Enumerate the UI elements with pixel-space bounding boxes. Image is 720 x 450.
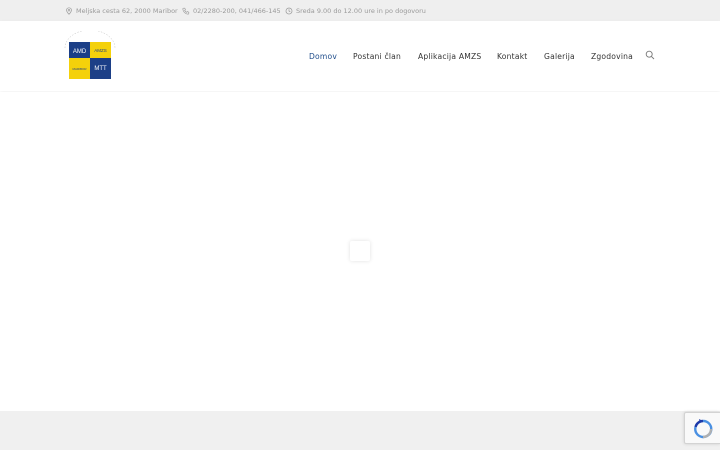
phone-info: 02/2280-200, 041/466-145 [182,0,281,21]
address-info: Meljska cesta 62, 2000 Maribor [65,0,178,21]
top-info-bar: Meljska cesta 62, 2000 Maribor 02/2280-2… [0,0,720,21]
location-icon [66,6,72,15]
recaptcha-icon [694,419,713,439]
nav-item-kontakt[interactable]: Kontakt [497,52,527,61]
nav-item-galerija[interactable]: Galerija [544,52,575,61]
address-text: Meljska cesta 62, 2000 Maribor [76,6,178,15]
site-header: AMD AMZS MARIBOR MTT Domov Postani član … [0,21,720,91]
search-icon[interactable] [645,50,655,60]
nav-item-postani-clan[interactable]: Postani član [353,52,401,61]
hours-info: Sreda 9.00 do 12.00 ure in po dogovoru [285,0,426,21]
hours-text: Sreda 9.00 do 12.00 ure in po dogovoru [296,6,426,15]
phone-text: 02/2280-200, 041/466-145 [193,6,281,15]
nav-item-domov[interactable]: Domov [309,52,337,61]
recaptcha-badge[interactable] [684,412,720,444]
site-logo[interactable]: AMD AMZS MARIBOR MTT [63,29,117,81]
nav-item-zgodovina[interactable]: Zgodovina [591,52,633,61]
logo-text-maribor: MARIBOR [72,67,87,71]
phone-icon [182,7,190,15]
nav-item-aplikacija-amzs[interactable]: Aplikacija AMZS [418,52,481,61]
logo-text-amzs: AMZS [94,48,107,53]
logo-text-amd: AMD [73,49,87,55]
loading-spinner [350,241,370,261]
clock-icon [285,7,293,14]
page-footer [0,411,720,450]
logo-text-mtt: MTT [94,66,107,72]
